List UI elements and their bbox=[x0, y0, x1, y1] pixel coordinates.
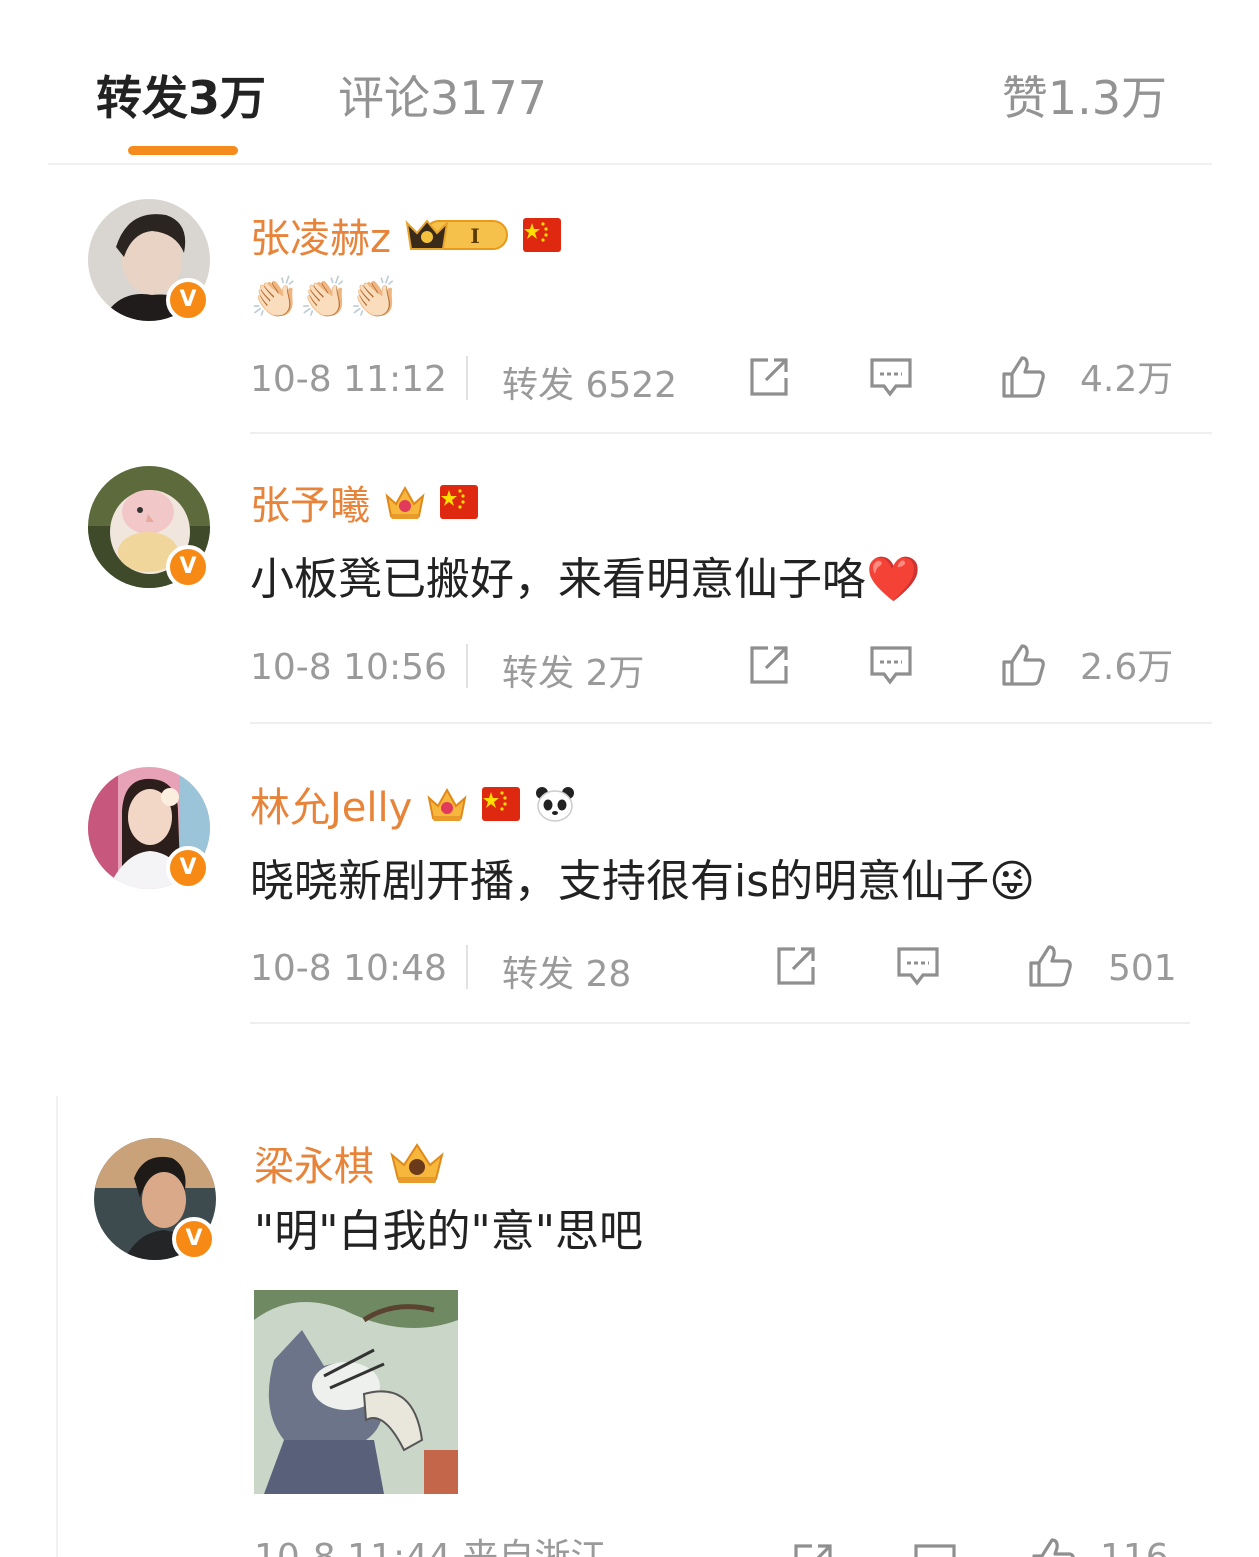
like-icon[interactable] bbox=[1000, 642, 1046, 688]
crown-icon bbox=[384, 482, 426, 522]
timestamp: 10-8 11:44 来自浙江 bbox=[254, 1530, 606, 1557]
tom-cat-praying-image[interactable] bbox=[254, 1290, 458, 1494]
comment-icon[interactable] bbox=[895, 943, 941, 989]
like-count[interactable]: 4.2万 bbox=[1080, 352, 1173, 408]
repost-text: 晓晓新剧开播，支持很有is的明意仙子😜 bbox=[250, 856, 1036, 907]
share-icon[interactable] bbox=[773, 943, 819, 989]
like-count[interactable]: 116 bbox=[1100, 1530, 1169, 1557]
timestamp: 10-8 10:56 bbox=[250, 647, 447, 688]
divider bbox=[466, 644, 468, 688]
tab-like[interactable]: 赞1.3万 bbox=[1002, 66, 1167, 130]
repost-text: "明"白我的"意"思吧 bbox=[254, 1206, 643, 1257]
level-label: I bbox=[470, 224, 479, 248]
repost-text: 👏🏻👏🏻👏🏻 bbox=[250, 275, 400, 321]
china-flag-icon bbox=[523, 218, 561, 252]
verified-badge-icon: V bbox=[166, 846, 210, 890]
comment-icon[interactable] bbox=[868, 354, 914, 400]
repost-count[interactable]: 转发 6522 bbox=[502, 358, 677, 414]
divider bbox=[56, 1096, 58, 1557]
username[interactable]: 梁永棋 bbox=[254, 1134, 374, 1192]
like-count[interactable]: 2.6万 bbox=[1080, 640, 1173, 696]
crown-icon bbox=[426, 784, 468, 824]
repost-text: 小板凳已搬好，来看明意仙子咯❤️ bbox=[250, 554, 921, 605]
comment-icon[interactable] bbox=[868, 642, 914, 688]
china-flag-icon bbox=[440, 485, 478, 519]
like-count[interactable]: 501 bbox=[1108, 941, 1177, 997]
verified-badge-icon: V bbox=[166, 278, 210, 322]
repost-count[interactable]: 转发 28 bbox=[502, 947, 631, 1003]
like-icon[interactable] bbox=[1000, 354, 1046, 400]
share-icon[interactable] bbox=[790, 1540, 836, 1557]
comment-icon[interactable] bbox=[912, 1540, 958, 1557]
repost-count[interactable]: 转发 2万 bbox=[502, 646, 644, 702]
active-tab-indicator bbox=[128, 146, 238, 155]
like-icon[interactable] bbox=[1030, 1536, 1076, 1557]
divider bbox=[466, 945, 468, 989]
divider bbox=[250, 722, 1212, 724]
divider bbox=[48, 163, 1212, 165]
verified-badge-icon: V bbox=[172, 1217, 216, 1261]
username[interactable]: 张予曦 bbox=[250, 473, 370, 531]
tab-comment[interactable]: 评论3177 bbox=[338, 66, 547, 130]
share-icon[interactable] bbox=[746, 642, 792, 688]
username[interactable]: 张凌赫z bbox=[250, 206, 391, 264]
divider bbox=[250, 432, 1212, 434]
panda-icon bbox=[534, 784, 576, 824]
like-icon[interactable] bbox=[1027, 943, 1073, 989]
tab-bar: 转发3万 评论3177 赞1.3万 bbox=[0, 0, 1259, 165]
timestamp: 10-8 10:48 bbox=[250, 948, 447, 989]
username[interactable]: 林允Jelly bbox=[250, 775, 412, 833]
timestamp: 10-8 11:12 bbox=[250, 359, 447, 400]
verified-badge-icon: V bbox=[166, 545, 210, 589]
china-flag-icon bbox=[482, 787, 521, 821]
crown-level-icon: I bbox=[405, 215, 509, 255]
divider bbox=[250, 1022, 1190, 1024]
divider bbox=[466, 356, 468, 400]
tab-repost[interactable]: 转发3万 bbox=[96, 66, 266, 130]
crown-icon bbox=[388, 1139, 446, 1187]
share-icon[interactable] bbox=[746, 354, 792, 400]
